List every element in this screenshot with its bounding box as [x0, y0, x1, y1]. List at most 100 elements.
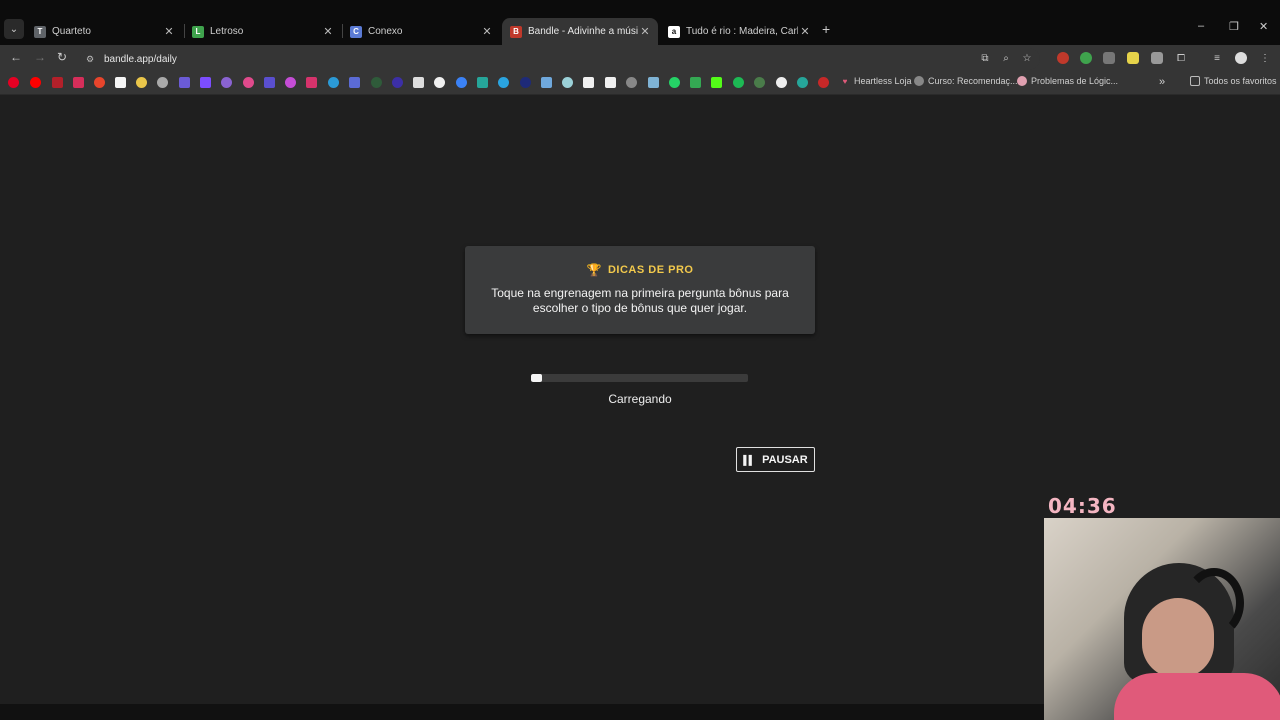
- dark-blue-bookmark-icon[interactable]: [520, 77, 531, 88]
- pro-tip-title-text: DICAS DE PRO: [607, 264, 694, 276]
- loading-label: Carregando: [608, 392, 672, 406]
- teal-bookmark-icon[interactable]: [477, 77, 488, 88]
- spotify-bookmark-icon[interactable]: [733, 77, 744, 88]
- sheets-bookmark-icon[interactable]: [690, 77, 701, 88]
- window-close-icon[interactable]: ✕: [1259, 20, 1268, 33]
- bandle-favicon-icon: B: [510, 25, 522, 38]
- youtube-bookmark-icon[interactable]: [30, 77, 41, 88]
- stream-timer: 04:36: [1048, 494, 1117, 518]
- tab-quarteto[interactable]: T Quarteto ✕: [26, 18, 182, 45]
- word-bookmark-icon[interactable]: [349, 77, 360, 88]
- chrome-bookmark-icon[interactable]: [136, 77, 147, 88]
- bookmark-label: Curso: Recomendaç...: [928, 76, 1018, 86]
- address-bar[interactable]: ⚙: [80, 48, 1040, 70]
- tab-amazon-book[interactable]: a Tudo é rio : Madeira, Carla: Am ✕: [660, 18, 818, 45]
- tab-conexo[interactable]: C Conexo ✕: [342, 18, 500, 45]
- extension-yellow-icon[interactable]: [1127, 52, 1139, 64]
- pro-tip-card: 🏆 DICAS DE PRO Toque na engrenagem na pr…: [465, 246, 815, 334]
- zoom-icon[interactable]: ⌕: [1000, 52, 1012, 64]
- loading-progress-bar: [531, 374, 748, 382]
- white-bookmark-icon[interactable]: [115, 77, 126, 88]
- orange-bookmark-icon[interactable]: [94, 77, 105, 88]
- diamond-bookmark-icon[interactable]: [776, 77, 787, 88]
- loading-progress-fill: [531, 374, 542, 382]
- bookmarks-overflow-chevron-icon[interactable]: »: [1159, 76, 1165, 88]
- whatsapp-bookmark-icon[interactable]: [669, 77, 680, 88]
- trophy-icon: 🏆: [586, 263, 602, 277]
- telegram-bookmark-icon[interactable]: [498, 77, 509, 88]
- cyan-bookmark-icon[interactable]: [562, 77, 573, 88]
- bookmark-all-favorites[interactable]: Todos os favoritos: [1190, 76, 1277, 86]
- pink-bookmark-icon[interactable]: [73, 77, 84, 88]
- media-control-icon[interactable]: ≡: [1211, 52, 1223, 64]
- close-icon[interactable]: ✕: [480, 25, 494, 38]
- olive-bookmark-icon[interactable]: [754, 77, 765, 88]
- purple-bookmark-icon[interactable]: [179, 77, 190, 88]
- browser-toolbar: ← → ↻ ⚙ ⧉ ⌕ ☆ ⧠ ≡ ⋮: [0, 45, 1280, 71]
- menu-kebab-icon[interactable]: ⋮: [1259, 52, 1271, 64]
- bookmark-star-icon[interactable]: ☆: [1021, 52, 1033, 64]
- tab-strip: ⌄ T Quarteto ✕ L Letroso ✕ C Conexo ✕ B …: [0, 0, 1280, 45]
- tab-search-button[interactable]: ⌄: [4, 19, 24, 39]
- pinterest-bookmark-icon[interactable]: [8, 77, 19, 88]
- threads-bookmark-icon[interactable]: [434, 77, 445, 88]
- pause-button[interactable]: ▌▌ PAUSAR: [736, 447, 815, 472]
- extension-doc-icon[interactable]: [1151, 52, 1163, 64]
- bookmark-heartless-loja[interactable]: ♥ Heartless Loja: [840, 76, 912, 86]
- sky-bookmark-icon[interactable]: [541, 77, 552, 88]
- extension-red-icon[interactable]: [1057, 52, 1069, 64]
- tab-title: Conexo: [368, 26, 403, 37]
- light-bookmark-icon[interactable]: [413, 77, 424, 88]
- globe-icon: [914, 76, 924, 86]
- letroso-favicon-icon: L: [192, 25, 204, 38]
- dark-green-bookmark-icon[interactable]: [371, 77, 382, 88]
- red-bookmark-icon[interactable]: [52, 77, 63, 88]
- amazon-bookmark-icon[interactable]: [605, 77, 616, 88]
- bookmark-curso[interactable]: Curso: Recomendaç...: [914, 76, 1018, 86]
- gray-bookmark-icon[interactable]: [157, 77, 168, 88]
- tab-title: Bandle - Adivinhe a música, um: [528, 26, 638, 37]
- close-icon[interactable]: ✕: [798, 25, 812, 38]
- tab-bandle[interactable]: B Bandle - Adivinhe a música, um ✕: [502, 18, 658, 45]
- heart-icon: ♥: [842, 76, 848, 86]
- bookmarks-bar: ♥ Heartless Loja Curso: Recomendaç... Pr…: [0, 71, 1280, 95]
- install-app-icon[interactable]: ⧉: [979, 52, 991, 64]
- doc-bookmark-icon[interactable]: [583, 77, 594, 88]
- maximize-icon[interactable]: ❐: [1229, 20, 1239, 33]
- red-arrow-bookmark-icon[interactable]: [818, 77, 829, 88]
- flower-bookmark-icon[interactable]: [797, 77, 808, 88]
- webcam-feed: [1044, 518, 1280, 720]
- kick-bookmark-icon[interactable]: [711, 77, 722, 88]
- reload-icon[interactable]: ↻: [57, 50, 67, 64]
- close-icon[interactable]: ✕: [638, 25, 652, 38]
- profile-avatar-icon[interactable]: [1235, 52, 1247, 64]
- violet-bookmark-icon[interactable]: [221, 77, 232, 88]
- forward-arrow-icon[interactable]: →: [34, 50, 46, 64]
- back-arrow-icon[interactable]: ←: [10, 50, 22, 64]
- extension-gray-icon[interactable]: [1103, 52, 1115, 64]
- new-tab-button[interactable]: +: [822, 21, 830, 37]
- phone-bookmark-icon[interactable]: [285, 77, 296, 88]
- site-info-icon[interactable]: ⚙: [86, 54, 100, 65]
- twitch-bookmark-icon[interactable]: [200, 77, 211, 88]
- url-input[interactable]: [104, 53, 604, 65]
- minimize-icon[interactable]: –: [1198, 20, 1204, 32]
- navy-bookmark-icon[interactable]: [392, 77, 403, 88]
- blue-dot-bookmark-icon[interactable]: [456, 77, 467, 88]
- close-icon[interactable]: ✕: [162, 25, 176, 38]
- tab-letroso[interactable]: L Letroso ✕: [184, 18, 341, 45]
- tab-title: Tudo é rio : Madeira, Carla: Am: [686, 26, 798, 37]
- extensions-puzzle-icon[interactable]: ⧠: [1175, 52, 1187, 64]
- leaf-bookmark-icon[interactable]: [626, 77, 637, 88]
- close-icon[interactable]: ✕: [321, 25, 335, 38]
- extension-green-icon[interactable]: [1080, 52, 1092, 64]
- indigo-bookmark-icon[interactable]: [264, 77, 275, 88]
- amazon-favicon-icon: a: [668, 25, 680, 38]
- blue-bookmark-icon[interactable]: [328, 77, 339, 88]
- bookmark-problemas-de-logica[interactable]: Problemas de Lógic...: [1017, 76, 1118, 86]
- crimson-bookmark-icon[interactable]: [306, 77, 317, 88]
- grid-bookmark-icon[interactable]: [648, 77, 659, 88]
- magenta-bookmark-icon[interactable]: [243, 77, 254, 88]
- taskbar-strip: [0, 704, 1044, 720]
- quarteto-favicon-icon: T: [34, 25, 46, 38]
